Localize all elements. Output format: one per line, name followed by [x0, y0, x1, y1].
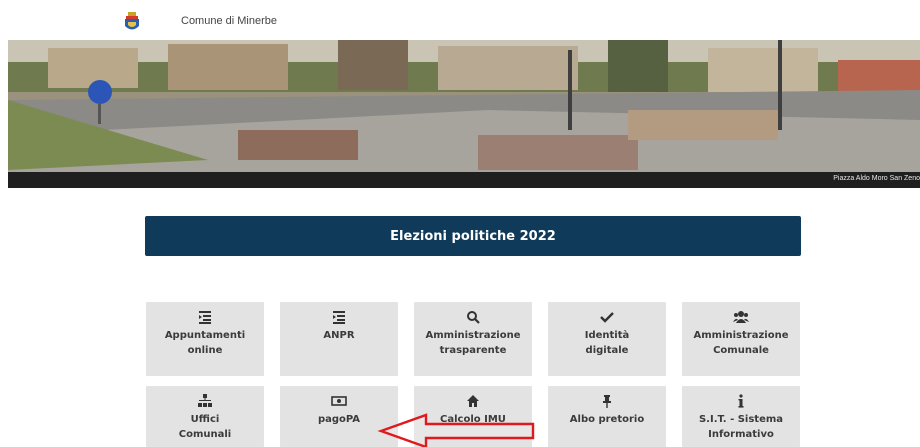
tile-label: S.I.T. - Sistema — [698, 414, 784, 425]
tile-label: Comunale — [713, 345, 769, 356]
tile-amministrazione-trasparente[interactable]: Amministrazione trasparente — [414, 302, 532, 376]
tile-label: Amministrazione — [425, 330, 521, 341]
tile-label: digitale — [585, 345, 629, 356]
tile-label: Albo pretorio — [569, 414, 645, 425]
sitemap-icon — [198, 394, 212, 407]
hero-caption-bar: Piazza Aldo Moro San Zeno — [8, 172, 920, 188]
tile-label: Appuntamenti — [164, 330, 246, 341]
elections-banner[interactable]: Elezioni politiche 2022 — [145, 216, 801, 256]
pin-icon — [603, 395, 611, 408]
elections-banner-label: Elezioni politiche 2022 — [390, 228, 556, 244]
money-icon — [331, 396, 347, 406]
tile-label: Comunali — [178, 429, 232, 440]
tile-label: pagoPA — [317, 414, 361, 425]
tile-uffici-comunali[interactable]: Uffici Comunali — [146, 386, 264, 447]
search-icon — [467, 311, 480, 324]
hero-photo — [8, 40, 920, 188]
check-icon — [600, 312, 614, 323]
tile-label: online — [187, 345, 223, 356]
top-bar: Comune di Minerbe — [0, 0, 920, 40]
tile-amministrazione-comunale[interactable]: Amministrazione Comunale — [682, 302, 800, 376]
tile-label: Informativo — [708, 429, 774, 440]
tile-albo-pretorio[interactable]: Albo pretorio — [548, 386, 666, 447]
list-icon — [333, 311, 345, 324]
users-icon — [733, 311, 749, 323]
tile-calcolo-imu[interactable]: Calcolo IMU — [414, 386, 532, 447]
tile-label: ANPR — [323, 330, 355, 341]
tile-label: Uffici — [190, 414, 220, 425]
tile-label: Amministrazione — [693, 330, 789, 341]
hero-caption: Piazza Aldo Moro San Zeno — [833, 175, 920, 182]
tile-label: Calcolo IMU — [440, 414, 506, 425]
tile-identita-digitale[interactable]: Identità digitale — [548, 302, 666, 376]
tile-pagopa[interactable]: pagoPA — [280, 386, 398, 447]
info-icon — [738, 394, 744, 408]
site-title[interactable]: Comune di Minerbe — [181, 15, 277, 27]
municipality-crest-icon[interactable] — [121, 11, 143, 33]
tile-label: trasparente — [439, 345, 507, 356]
list-icon — [199, 311, 211, 324]
tile-label: Identità — [584, 330, 630, 341]
tile-anpr[interactable]: ANPR — [280, 302, 398, 376]
hero-photo-illustration — [8, 40, 920, 188]
tile-sit-sistema-informativo[interactable]: S.I.T. - Sistema Informativo — [682, 386, 800, 447]
tile-appuntamenti-online[interactable]: Appuntamenti online — [146, 302, 264, 376]
home-icon — [467, 395, 479, 407]
